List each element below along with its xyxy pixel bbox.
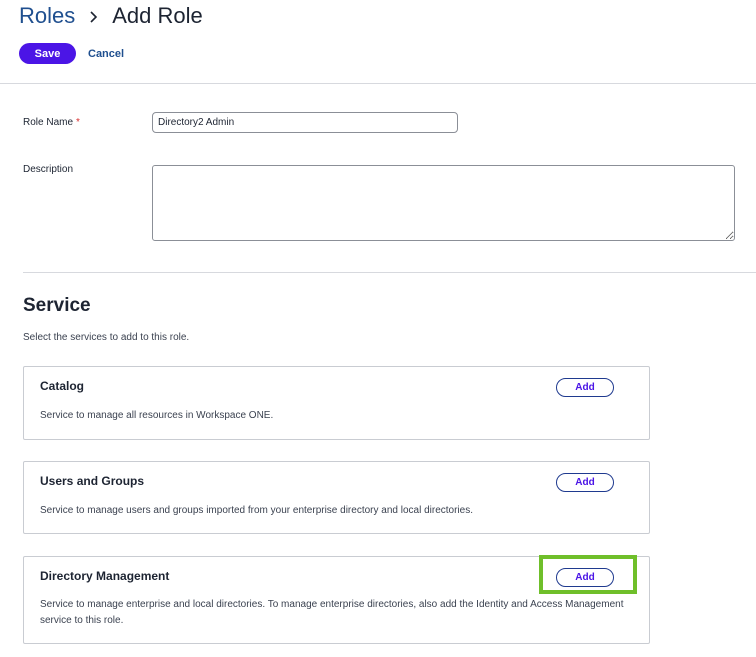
required-marker: *: [76, 117, 80, 128]
header-divider: [0, 83, 756, 84]
service-card-title: Catalog: [40, 379, 85, 393]
breadcrumb: Roles Add Role: [19, 2, 203, 30]
breadcrumb-roles-link[interactable]: Roles: [19, 3, 75, 29]
add-users-and-groups-button[interactable]: Add: [556, 473, 614, 492]
service-card-catalog: Catalog Add Service to manage all resour…: [23, 366, 650, 440]
role-name-label-text: Role Name: [23, 117, 74, 128]
service-section-title: Service: [23, 295, 91, 316]
service-section-subtitle: Select the services to add to this role.: [23, 332, 190, 343]
action-bar: Save Cancel: [19, 43, 124, 64]
description-textarea[interactable]: [152, 165, 735, 241]
service-card-title: Directory Management: [40, 569, 170, 583]
highlight-box: [539, 555, 637, 594]
service-card-users-and-groups: Users and Groups Add Service to manage u…: [23, 461, 650, 534]
save-button[interactable]: Save: [19, 43, 76, 64]
role-name-label: Role Name *: [23, 117, 80, 128]
add-catalog-button[interactable]: Add: [556, 378, 614, 397]
section-divider: [23, 272, 756, 273]
service-card-description: Service to manage enterprise and local d…: [40, 599, 624, 626]
role-name-input[interactable]: [152, 112, 458, 133]
cancel-button[interactable]: Cancel: [88, 48, 124, 60]
service-card-description: Service to manage all resources in Works…: [40, 410, 274, 421]
service-card-description: Service to manage users and groups impor…: [40, 505, 473, 516]
description-label: Description: [23, 164, 74, 175]
chevron-right-icon: [88, 10, 100, 24]
page-title: Add Role: [112, 3, 203, 28]
service-card-title: Users and Groups: [40, 474, 145, 488]
